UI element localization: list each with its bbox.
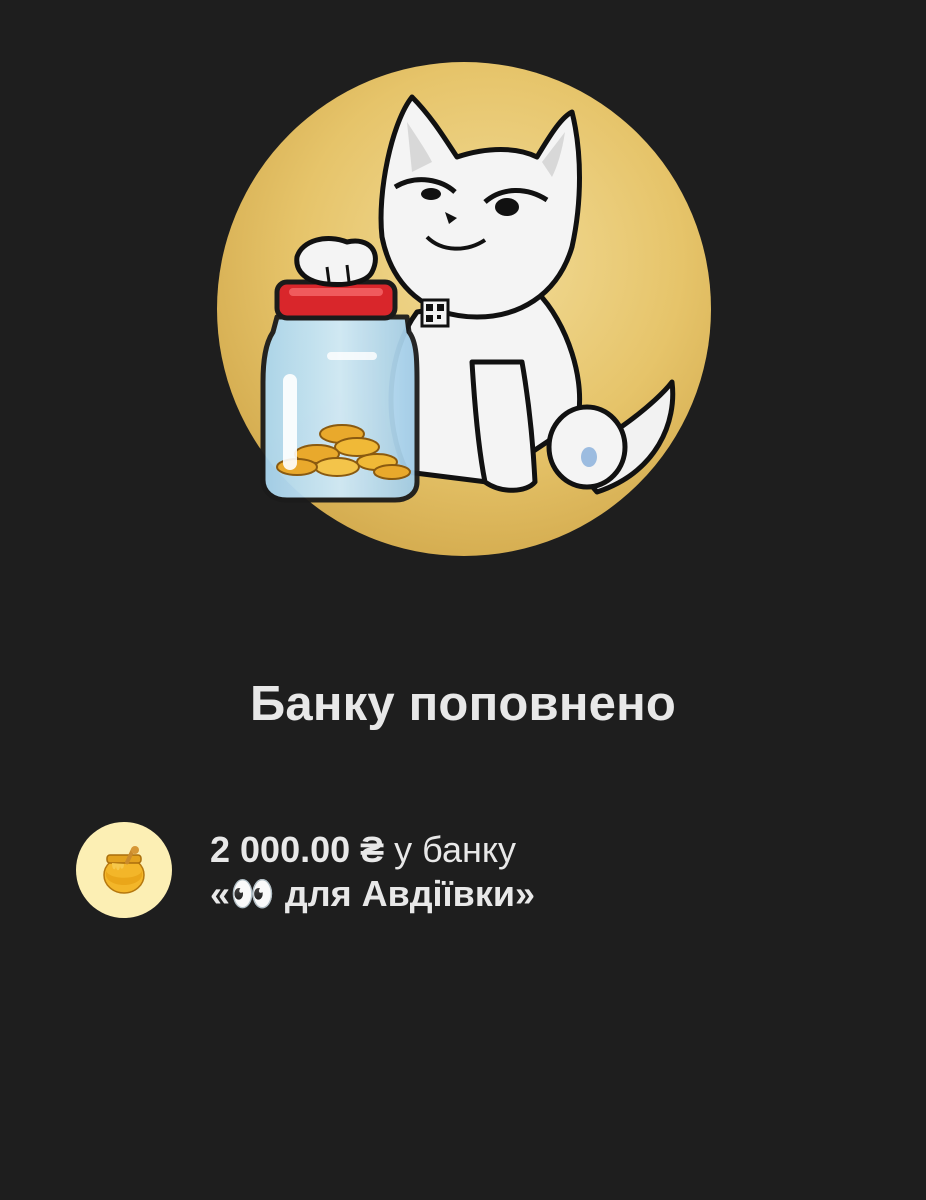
jar-name: «👀 для Авдіївки»: [210, 873, 535, 914]
jar-avatar: [76, 822, 172, 918]
transaction-suffix: у банку: [384, 829, 517, 870]
transaction-row: 2 000.00 ₴ у банку «👀 для Авдіївки»: [76, 822, 856, 918]
transaction-description: 2 000.00 ₴ у банку «👀 для Авдіївки»: [210, 828, 535, 916]
hero-illustration: [217, 62, 711, 556]
honey-pot-icon: [103, 846, 145, 894]
transaction-amount-line: 2 000.00 ₴ у банку: [210, 828, 535, 872]
page-title: Банку поповнено: [249, 677, 676, 731]
transaction-amount: 2 000.00 ₴: [210, 829, 385, 870]
cat-with-jar-illustration: [217, 62, 711, 556]
